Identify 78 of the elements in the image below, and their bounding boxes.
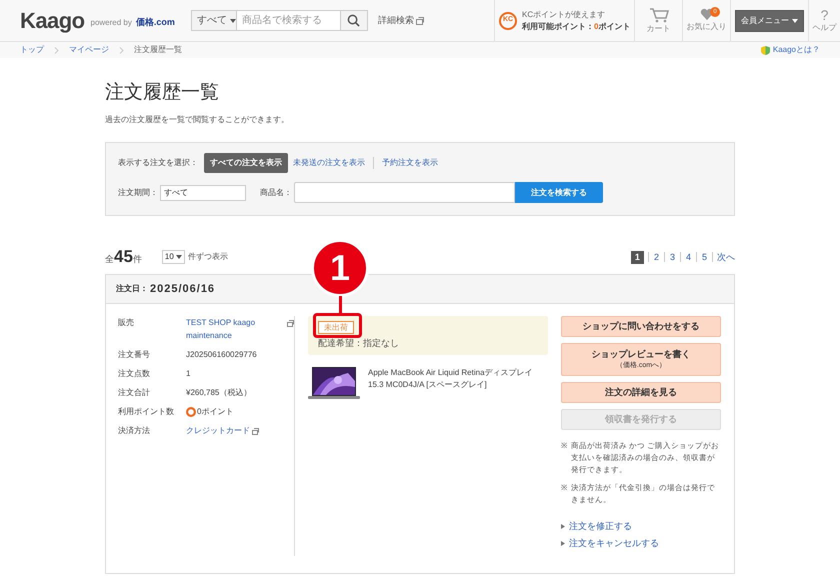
period-dropdown[interactable]: すべて	[160, 184, 246, 200]
page-link[interactable]: 2	[652, 250, 660, 264]
partner-logo: 価格.com	[136, 16, 175, 29]
external-window-icon	[252, 428, 259, 435]
shield-icon	[760, 46, 770, 54]
page-link[interactable]: 4	[684, 250, 692, 264]
detail-link[interactable]: TEST SHOP kaago maintenance	[186, 316, 285, 342]
triangle-bullet-icon	[561, 540, 565, 546]
chevron-icon	[54, 46, 59, 54]
triangle-bullet-icon	[561, 524, 565, 530]
order-action-link[interactable]: 注文をキャンセルする	[569, 536, 659, 550]
logo[interactable]: Kaago	[20, 4, 84, 37]
order-date-label: 注文日：	[116, 283, 148, 295]
delivery-preference: 配達希望：指定なし	[318, 337, 400, 350]
order-date: 2025/06/16	[150, 282, 216, 297]
coin-icon	[186, 407, 196, 417]
product-name[interactable]: Apple MacBook Air Liquid Retinaディスプレイ 15.3 MC0D4J/A [スペースグレイ]	[368, 366, 546, 398]
detail-label: 注文点数	[118, 368, 151, 380]
product-name-label: 商品名：	[260, 186, 292, 198]
caret-icon	[230, 18, 236, 22]
total-count: 45	[114, 248, 133, 266]
detail-label: 注文番号	[118, 349, 151, 361]
help-label[interactable]: ヘルプ	[812, 22, 836, 34]
external-window-icon	[287, 320, 294, 327]
product-name-field[interactable]	[294, 182, 515, 203]
page-title: 注文履歴一覧	[105, 81, 220, 105]
powered-by-text: powered by	[90, 16, 132, 28]
chevron-icon	[119, 46, 124, 54]
order-action-link[interactable]: 注文を修正する	[569, 520, 632, 534]
detail-label: 決済方法	[118, 425, 151, 437]
filter-label: 表示する注文を選択：	[118, 157, 198, 169]
detail-value: ¥260,785（税込）	[186, 387, 252, 399]
about-link[interactable]: Kaagoとは？	[772, 44, 820, 56]
advanced-search-link[interactable]: 詳細検索	[378, 14, 414, 28]
external-window-icon	[416, 16, 424, 24]
per-page-dropdown[interactable]: 10	[162, 250, 185, 264]
page-description: 過去の注文履歴を一覧で閲覧することができます。	[105, 114, 290, 126]
breadcrumb-link[interactable]: トップ	[20, 44, 44, 56]
page-link[interactable]: 1	[630, 250, 644, 264]
cart-label[interactable]: カート	[646, 22, 670, 34]
search-field[interactable]: 商品名で検索する	[236, 10, 340, 31]
next-page-link[interactable]: 次へ	[717, 250, 735, 264]
category-dropdown[interactable]: すべて	[190, 10, 237, 31]
action-button[interactable]: ショップに問い合わせをする	[561, 316, 721, 337]
period-label: 注文期間：	[118, 186, 158, 198]
total-suffix: 件	[132, 252, 142, 266]
breadcrumb-current: 注文履歴一覧	[134, 44, 182, 56]
search-orders-button[interactable]: 注文を検索する	[515, 182, 603, 203]
search-icon	[347, 14, 360, 27]
highlight-frame	[313, 313, 362, 338]
points-unit: ポイント	[598, 20, 630, 32]
breadcrumb-link[interactable]: マイページ	[69, 44, 109, 56]
points-label: 利用可能ポイント：	[522, 20, 594, 32]
callout-number: 1	[311, 239, 369, 297]
points-value: 0	[594, 20, 598, 32]
page-link[interactable]: 5	[700, 250, 708, 264]
detail-value: 1	[186, 368, 190, 380]
cart-icon[interactable]	[648, 6, 668, 22]
caret-icon	[792, 18, 798, 22]
member-menu-button[interactable]: 会員メニュー	[735, 10, 804, 32]
filter-tab[interactable]: 予約注文を表示	[381, 157, 439, 169]
points-notice: KCポイントが使えます	[522, 8, 606, 20]
detail-label: 販売	[118, 317, 135, 329]
action-button[interactable]: 注文の詳細を見る	[561, 382, 721, 403]
detail-label: 利用ポイント数	[118, 406, 175, 418]
page-link[interactable]: 3	[668, 250, 676, 264]
filter-tab[interactable]: 未発送の注文を表示	[292, 157, 366, 169]
detail-value: 0ポイント	[197, 406, 234, 418]
filter-tab[interactable]: すべての注文を表示	[204, 153, 288, 173]
detail-link[interactable]: クレジットカード	[186, 424, 250, 437]
per-page-label: 件ずつ表示	[188, 251, 228, 263]
status-badge: 未出荷	[318, 321, 354, 334]
search-button[interactable]	[340, 10, 368, 31]
caret-icon	[176, 255, 182, 259]
detail-label: 注文合計	[118, 387, 151, 399]
favorites-label[interactable]: お気に入り	[686, 21, 726, 33]
total-prefix: 全	[105, 252, 114, 266]
detail-value: J202506160029776	[186, 349, 257, 361]
